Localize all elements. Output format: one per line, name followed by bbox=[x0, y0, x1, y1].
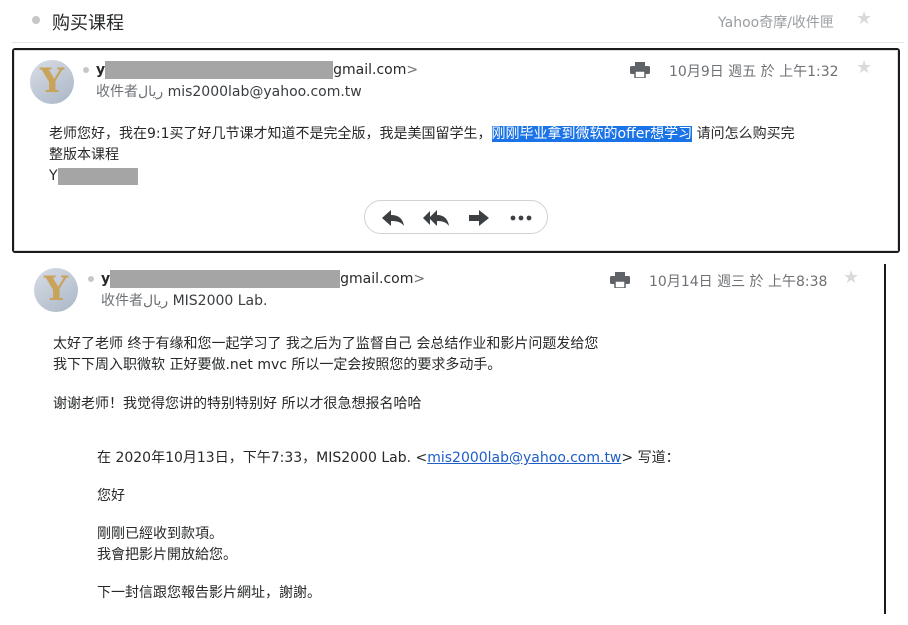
header-divider bbox=[12, 42, 904, 43]
body-text: 请问怎么购买完 bbox=[692, 126, 795, 142]
quoted-message: 在 2020年10月13日，下午7:33，MIS2000 Lab. <mis20… bbox=[97, 448, 867, 604]
quote-line: 您好 bbox=[97, 488, 125, 504]
quote-email-link[interactable]: mis2000lab@yahoo.com.tw bbox=[427, 450, 621, 466]
redacted-block bbox=[57, 167, 138, 185]
body-text: 老师您好，我在9:1买了好几节课才知道不是完全版，我是美国留学生， bbox=[49, 126, 492, 142]
recipient-line: 收件者ريال mis2000lab@yahoo.com.tw bbox=[96, 81, 362, 101]
to-label: 收件者 bbox=[96, 84, 138, 100]
redacted-block bbox=[105, 61, 334, 79]
star-icon[interactable]: ★ bbox=[856, 8, 872, 29]
star-icon[interactable]: ★ bbox=[856, 57, 872, 78]
to-name-label: ريال bbox=[138, 84, 164, 100]
folder-breadcrumb[interactable]: Yahoo奇摩/收件匣 bbox=[718, 12, 834, 32]
sender-line[interactable]: y gmail.com> bbox=[101, 270, 425, 288]
unread-dot bbox=[88, 276, 94, 282]
reply-icon[interactable] bbox=[380, 207, 406, 229]
to-label: 收件者 bbox=[101, 293, 143, 309]
chevron-right-icon: > bbox=[406, 62, 419, 78]
quote-header-text: 在 2020年10月13日，下午7:33，MIS2000 Lab. < bbox=[97, 450, 428, 466]
sender-line[interactable]: y gmail.com> bbox=[96, 61, 418, 79]
print-icon[interactable] bbox=[630, 62, 650, 78]
body-line: 整版本课程 bbox=[49, 147, 119, 163]
message-date: 10月9日 週五 於 上午1:32 bbox=[669, 64, 839, 80]
reading-pane-edge bbox=[884, 264, 886, 614]
unread-dot bbox=[32, 16, 40, 24]
redacted-block bbox=[110, 270, 341, 288]
avatar[interactable]: Y bbox=[30, 60, 74, 104]
recipient-email[interactable]: mis2000lab@yahoo.com.tw bbox=[168, 84, 362, 100]
body-line: 谢谢老师！我觉得您讲的特别特别好 所以才很急想报名哈哈 bbox=[53, 396, 422, 412]
unread-dot bbox=[83, 67, 89, 73]
avatar-letter: Y bbox=[39, 61, 65, 101]
message-body: 老师您好，我在9:1买了好几节课才知道不是完全版，我是美国留学生，刚刚毕业拿到微… bbox=[49, 124, 879, 187]
body-line: 老师您好，我在9:1买了好几节课才知道不是完全版，我是美国留学生，刚刚毕业拿到微… bbox=[49, 124, 879, 145]
selected-text: 刚刚毕业拿到微软的offer想学习 bbox=[491, 126, 693, 142]
recipient-line: 收件者ريال MIS2000 Lab. bbox=[101, 290, 267, 310]
sender-suffix: gmail.com bbox=[340, 271, 414, 287]
quote-header: 在 2020年10月13日，下午7:33，MIS2000 Lab. <mis20… bbox=[97, 448, 867, 469]
body-line: 我下下周入职微软 正好要做.net mvc 所以一定会按照您的要求多动手。 bbox=[53, 357, 502, 373]
chevron-right-icon: > bbox=[413, 271, 426, 287]
sender-prefix: y bbox=[101, 271, 111, 287]
forward-icon[interactable] bbox=[466, 207, 492, 229]
signature-initial: Y bbox=[49, 168, 58, 184]
to-name-label: ريال bbox=[143, 293, 169, 309]
star-icon[interactable]: ★ bbox=[843, 267, 859, 288]
reply-all-icon[interactable] bbox=[422, 207, 450, 229]
quote-line: 我會把影片開放給您。 bbox=[97, 547, 237, 563]
recipient-name[interactable]: MIS2000 Lab. bbox=[173, 293, 268, 309]
avatar-letter: Y bbox=[43, 269, 69, 309]
quote-line: 剛剛已經收到款項。 bbox=[97, 526, 223, 542]
signature-line: Y bbox=[49, 166, 879, 187]
sender-prefix: y bbox=[96, 62, 106, 78]
quote-header-text: > 写道： bbox=[621, 450, 680, 466]
avatar[interactable]: Y bbox=[34, 268, 78, 312]
print-icon[interactable] bbox=[610, 272, 630, 288]
email-subject: 购买课程 bbox=[52, 13, 124, 34]
body-line: 太好了老师 终于有缘和您一起学习了 我之后为了监督自己 会总结作业和影片问题发给… bbox=[53, 336, 599, 352]
more-icon[interactable] bbox=[508, 207, 534, 229]
sender-suffix: gmail.com bbox=[333, 62, 407, 78]
quote-line: 下一封信跟您報告影片網址，謝謝。 bbox=[97, 585, 321, 601]
message-body: 太好了老师 终于有缘和您一起学习了 我之后为了监督自己 会总结作业和影片问题发给… bbox=[53, 334, 873, 415]
message-action-bar bbox=[364, 200, 548, 234]
message-date: 10月14日 週三 於 上午8:38 bbox=[649, 274, 828, 290]
